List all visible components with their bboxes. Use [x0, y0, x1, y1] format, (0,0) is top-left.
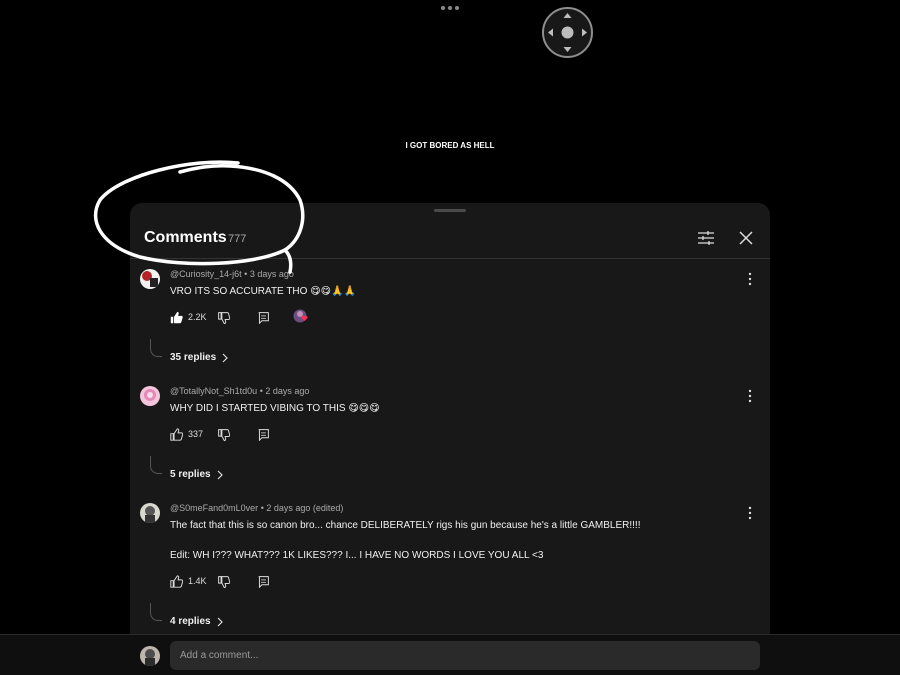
reply-icon[interactable] — [257, 428, 270, 441]
drag-handle[interactable] — [434, 209, 466, 212]
more-vert-icon[interactable] — [742, 271, 758, 287]
thumbs-up-icon — [170, 427, 183, 441]
comment-author[interactable]: @TotallyNot_Sh1td0u — [170, 386, 257, 396]
thread-connector — [150, 339, 162, 357]
comment-text: VRO ITS SO ACCURATE THO 😋😋🙏🙏 — [170, 286, 356, 297]
comment-author[interactable]: @S0meFand0mL0ver — [170, 503, 258, 513]
comment-composer — [0, 634, 900, 675]
reply-icon[interactable] — [257, 575, 270, 588]
comment-actions: 2.2K — [170, 309, 311, 325]
like-count: 2.2K — [188, 312, 207, 322]
my-avatar — [140, 646, 160, 666]
close-icon[interactable] — [736, 228, 756, 248]
thumbs-down-icon[interactable] — [217, 428, 230, 441]
thumbs-up-filled-icon — [170, 311, 183, 323]
more-vert-icon[interactable] — [742, 505, 758, 521]
thumbs-down-icon[interactable] — [217, 575, 230, 588]
replies-label: 4 replies — [170, 616, 211, 627]
comment-text: WHY DID I STARTED VIBING TO THIS 😋😋😋 — [170, 403, 380, 414]
creator-heart-icon — [293, 309, 311, 325]
comment-input[interactable] — [170, 641, 760, 670]
avatar[interactable] — [140, 269, 160, 289]
avatar[interactable] — [140, 386, 160, 406]
like-count: 1.4K — [188, 576, 207, 586]
header-divider — [130, 258, 770, 259]
comment-actions: 1.4K — [170, 573, 270, 589]
chevron-right-icon — [222, 353, 229, 362]
thread-connector — [150, 603, 162, 621]
like-button[interactable]: 1.4K — [170, 574, 210, 588]
comment-author[interactable]: @Curiosity_14-j6t — [170, 269, 242, 279]
replies-button[interactable]: 35 replies — [170, 352, 229, 363]
comment-time: 3 days ago — [249, 269, 294, 279]
replies-button[interactable]: 5 replies — [170, 469, 224, 480]
comment-meta: @S0meFand0mL0ver • 2 days ago (edited) — [170, 503, 344, 513]
video-caption: I GOT BORED AS HELL — [405, 141, 495, 150]
comment-time: 2 days ago (edited) — [266, 503, 344, 513]
comment-text: The fact that this is so canon bro... ch… — [170, 520, 641, 531]
comment-count: 777 — [228, 233, 247, 245]
comments-panel: Comments 777 @Curiosity_14-j6t • 3 days … — [130, 203, 770, 643]
like-button[interactable]: 337 — [170, 427, 210, 441]
comment-time: 2 days ago — [265, 386, 310, 396]
replies-label: 5 replies — [170, 469, 211, 480]
chevron-right-icon — [217, 470, 223, 479]
replies-label: 35 replies — [170, 352, 217, 363]
thread-connector — [150, 456, 162, 474]
thumbs-down-icon[interactable] — [217, 311, 230, 324]
filter-icon[interactable] — [696, 228, 716, 248]
replies-button[interactable]: 4 replies — [170, 616, 224, 627]
reply-icon[interactable] — [257, 311, 270, 324]
comment-meta: @TotallyNot_Sh1td0u • 2 days ago — [170, 386, 310, 396]
more-dots-icon[interactable] — [440, 4, 460, 12]
thumbs-up-icon — [170, 574, 183, 588]
comment-actions: 337 — [170, 426, 270, 442]
chevron-right-icon — [217, 617, 223, 626]
panel-title: Comments — [144, 229, 227, 246]
like-count: 337 — [188, 429, 204, 439]
comment-text-edit: Edit: WH I??? WHAT??? 1K LIKES??? I... I… — [170, 550, 544, 561]
like-button[interactable]: 2.2K — [170, 311, 210, 324]
avatar[interactable] — [140, 503, 160, 523]
dpad-control-icon[interactable] — [542, 7, 593, 58]
more-vert-icon[interactable] — [742, 388, 758, 404]
comment-meta: @Curiosity_14-j6t • 3 days ago — [170, 269, 294, 279]
